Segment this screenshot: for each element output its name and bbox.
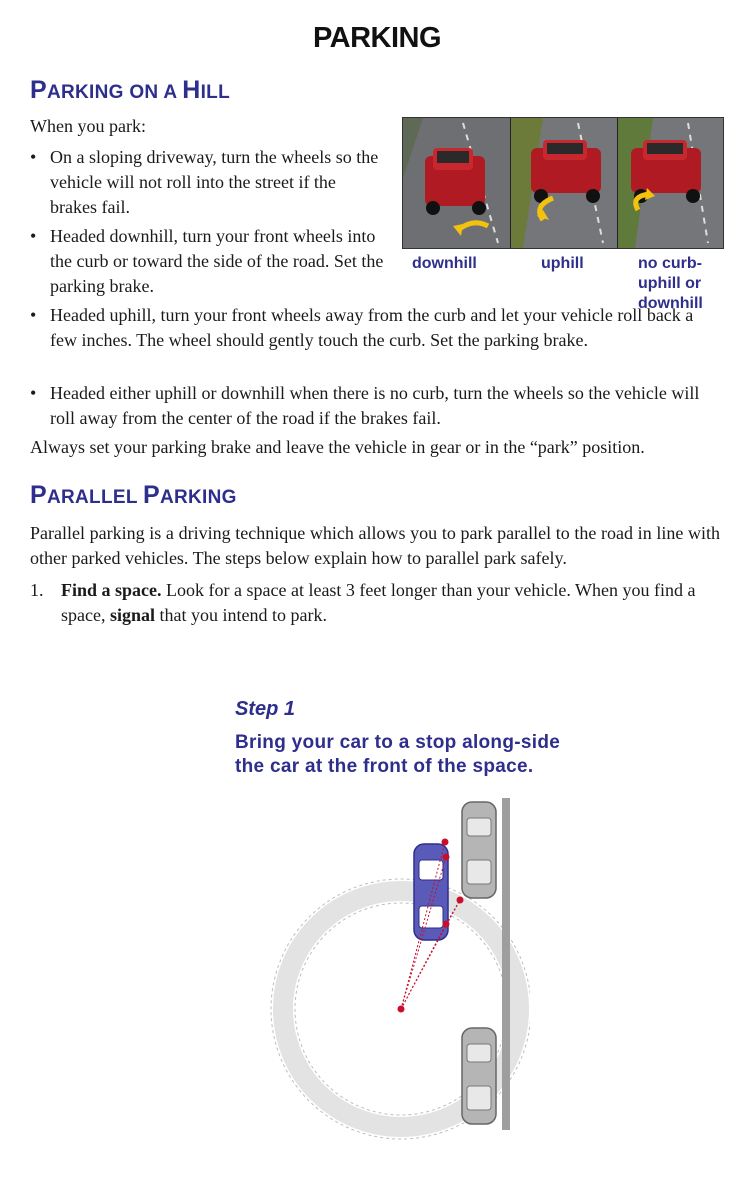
caption-no-curb: no curb- uphill or downhill bbox=[638, 255, 703, 312]
step-figure-label: Step 1 bbox=[235, 698, 296, 720]
bullet-downhill: • Headed downhill, turn your front wheels… bbox=[30, 226, 384, 296]
parked-car-front bbox=[461, 801, 497, 899]
caption-downhill: downhill bbox=[412, 255, 477, 272]
hill-intro: When you park: bbox=[30, 116, 146, 136]
hill-closing: Always set your parking brake and leave … bbox=[30, 437, 645, 457]
bullet-driveway: • On a sloping driveway, turn the wheels … bbox=[30, 147, 379, 217]
caption-uphill: uphill bbox=[541, 255, 584, 272]
step-1-text: 1. Find a space. Look for a space at lea… bbox=[30, 580, 696, 625]
section-heading-parallel: Parallel Parking bbox=[30, 481, 237, 509]
hill-parking-photo bbox=[402, 117, 724, 249]
step-figure-description: Bring your car to a stop along-side the … bbox=[235, 732, 561, 777]
parallel-intro: Parallel parking is a driving technique … bbox=[30, 523, 720, 568]
page-title: PARKING bbox=[312, 22, 442, 54]
curb bbox=[502, 798, 510, 1130]
parallel-parking-diagram bbox=[270, 798, 530, 1140]
parked-car-rear bbox=[461, 1027, 497, 1125]
bullet-uphill: • Headed uphill, turn your front wheels a… bbox=[30, 305, 694, 350]
hill-parking-photo-art bbox=[403, 118, 723, 248]
bullet-no-curb: • Headed either uphill or downhill when t… bbox=[30, 383, 700, 428]
section-heading-hill: Parking on a Hill bbox=[30, 76, 230, 104]
